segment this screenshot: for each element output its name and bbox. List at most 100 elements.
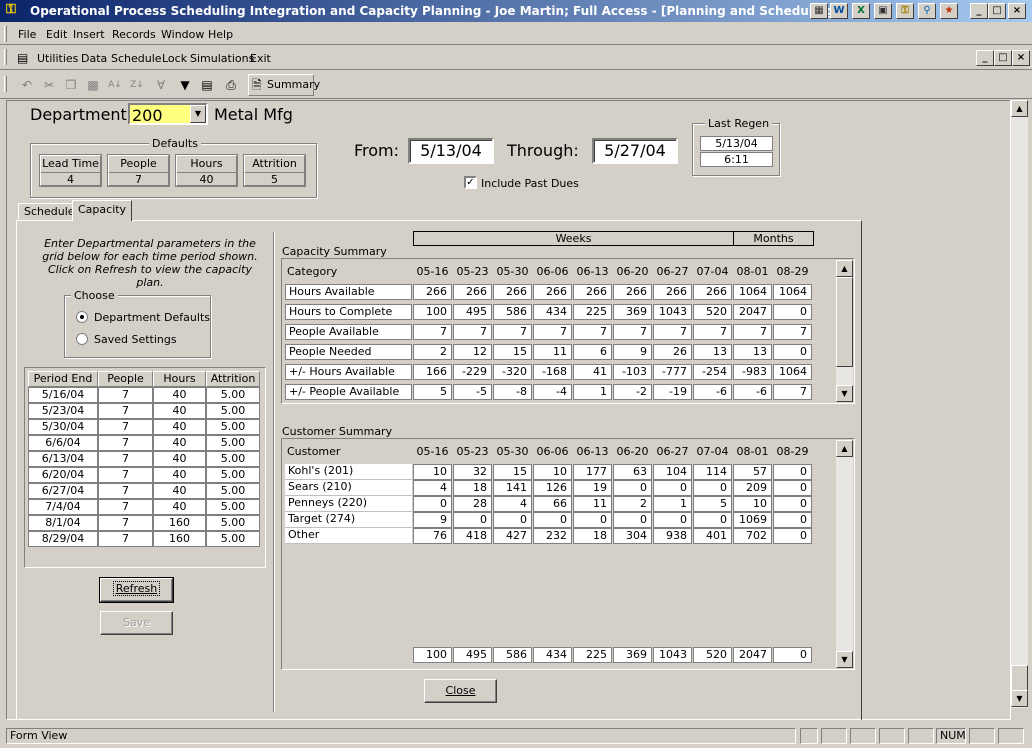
customer-cell[interactable]: 4	[493, 496, 532, 512]
customer-cell[interactable]: 209	[733, 480, 772, 496]
form-vertical-scrollbar[interactable]: ▲ ▼	[1010, 100, 1028, 708]
period-cell[interactable]: 40	[153, 483, 206, 499]
minimize-button[interactable]: _	[970, 3, 988, 19]
menu-help[interactable]: Help	[208, 28, 233, 41]
period-cell[interactable]: 6/6/04	[28, 435, 98, 451]
customer-cell[interactable]: 10	[733, 496, 772, 512]
period-cell[interactable]: 8/29/04	[28, 531, 98, 547]
capacity-cell[interactable]: 266	[573, 284, 612, 300]
filter-icon[interactable]: ▼	[176, 76, 194, 94]
customer-cell[interactable]: 0	[453, 512, 492, 528]
through-date-field[interactable]: 5/27/04	[592, 138, 678, 164]
period-cell[interactable]: 40	[153, 435, 206, 451]
capacity-cell[interactable]: 266	[613, 284, 652, 300]
capacity-cell[interactable]: 7	[453, 324, 492, 340]
menu-data[interactable]: Data	[81, 52, 107, 65]
sort-ascending-icon[interactable]: A↓	[106, 76, 124, 94]
period-cell[interactable]: 5.00	[206, 451, 260, 467]
period-cell[interactable]: 7	[98, 531, 153, 547]
capacity-cell[interactable]: 2047	[733, 304, 772, 320]
sort-descending-icon[interactable]: Z↓	[128, 76, 146, 94]
customer-cell[interactable]: 304	[613, 528, 652, 544]
customer-cell[interactable]: 232	[533, 528, 572, 544]
find-app-icon[interactable]: ⚲	[918, 3, 936, 19]
capacity-cell[interactable]: 7	[693, 324, 732, 340]
period-cell[interactable]: 40	[153, 403, 206, 419]
period-cell[interactable]: 7	[98, 515, 153, 531]
period-cell[interactable]: 5/16/04	[28, 387, 98, 403]
capacity-cell[interactable]: 166	[413, 364, 452, 380]
capacity-cell[interactable]: 100	[413, 304, 452, 320]
customer-cell[interactable]: 0	[773, 496, 812, 512]
capacity-cell[interactable]: 434	[533, 304, 572, 320]
capacity-cell[interactable]: 6	[573, 344, 612, 360]
capacity-cell[interactable]: 7	[613, 324, 652, 340]
capacity-scroll-thumb[interactable]	[836, 277, 853, 367]
capacity-cell[interactable]: 41	[573, 364, 612, 380]
capacity-cell[interactable]: -6	[733, 384, 772, 400]
customer-cell[interactable]: 18	[573, 528, 612, 544]
capacity-cell[interactable]: -168	[533, 364, 572, 380]
maximize-button[interactable]: □	[988, 3, 1006, 19]
capacity-cell[interactable]: 266	[413, 284, 452, 300]
print-preview-icon[interactable]: ▤	[198, 76, 216, 94]
capacity-cell[interactable]: 225	[573, 304, 612, 320]
capacity-cell[interactable]: -5	[453, 384, 492, 400]
scroll-down-arrow[interactable]: ▼	[1011, 690, 1028, 707]
print-icon[interactable]: ⎙	[222, 76, 240, 94]
customer-cell[interactable]: 0	[493, 512, 532, 528]
customer-cell[interactable]: 114	[693, 464, 732, 480]
customer-cell[interactable]: 32	[453, 464, 492, 480]
customer-cell[interactable]: 702	[733, 528, 772, 544]
saved-settings-radio[interactable]	[76, 333, 88, 345]
period-cell[interactable]: 5/30/04	[28, 419, 98, 435]
customer-cell[interactable]: 76	[413, 528, 452, 544]
capacity-cell[interactable]: 5	[413, 384, 452, 400]
capacity-cell[interactable]: 369	[613, 304, 652, 320]
customer-cell[interactable]: 11	[573, 496, 612, 512]
customer-scroll-up[interactable]: ▲	[836, 440, 853, 457]
customer-cell[interactable]: 126	[533, 480, 572, 496]
capacity-cell[interactable]: 1	[573, 384, 612, 400]
period-cell[interactable]: 160	[153, 515, 206, 531]
form-restore-button[interactable]: □	[994, 50, 1012, 66]
capacity-cell[interactable]: 13	[693, 344, 732, 360]
paste-icon[interactable]: ▩	[84, 76, 102, 94]
capacity-cell[interactable]: 9	[613, 344, 652, 360]
scroll-up-arrow[interactable]: ▲	[1011, 100, 1028, 117]
period-cell[interactable]: 5.00	[206, 467, 260, 483]
customer-cell[interactable]: 104	[653, 464, 692, 480]
utility-app-icon[interactable]: ★	[940, 3, 958, 19]
capacity-cell[interactable]: 266	[653, 284, 692, 300]
customer-cell[interactable]: 66	[533, 496, 572, 512]
period-cell[interactable]: 5.00	[206, 531, 260, 547]
customer-cell[interactable]: 418	[453, 528, 492, 544]
capacity-cell[interactable]: 7	[493, 324, 532, 340]
customer-cell[interactable]: 177	[573, 464, 612, 480]
capacity-cell[interactable]: 7	[533, 324, 572, 340]
customer-cell[interactable]: 0	[533, 512, 572, 528]
capacity-cell[interactable]: 7	[773, 384, 812, 400]
menu-exit[interactable]: Exit	[250, 52, 271, 65]
period-cell[interactable]: 40	[153, 387, 206, 403]
period-cell[interactable]: 5.00	[206, 435, 260, 451]
summary-button[interactable]: 🗎 Summary	[248, 74, 320, 96]
customer-cell[interactable]: 0	[693, 512, 732, 528]
capacity-cell[interactable]: -19	[653, 384, 692, 400]
form-minimize-button[interactable]: _	[976, 50, 994, 66]
department-defaults-radio[interactable]	[76, 311, 88, 323]
capacity-scroll-down[interactable]: ▼	[836, 385, 853, 402]
include-past-dues-checkbox[interactable]: ✓	[464, 176, 477, 189]
menu-insert[interactable]: Insert	[73, 28, 105, 41]
from-date-field[interactable]: 5/13/04	[408, 138, 494, 164]
capacity-cell[interactable]: 26	[653, 344, 692, 360]
menu-lock[interactable]: Lock	[162, 52, 187, 65]
customer-cell[interactable]: 57	[733, 464, 772, 480]
capacity-cell[interactable]: 1064	[773, 284, 812, 300]
form-close-button[interactable]: ×	[1012, 50, 1030, 66]
filter-by-selection-icon[interactable]: ∀	[152, 76, 170, 94]
period-cell[interactable]: 5.00	[206, 499, 260, 515]
capacity-scroll-up[interactable]: ▲	[836, 260, 853, 277]
period-cell[interactable]: 40	[153, 451, 206, 467]
period-cell[interactable]: 6/13/04	[28, 451, 98, 467]
